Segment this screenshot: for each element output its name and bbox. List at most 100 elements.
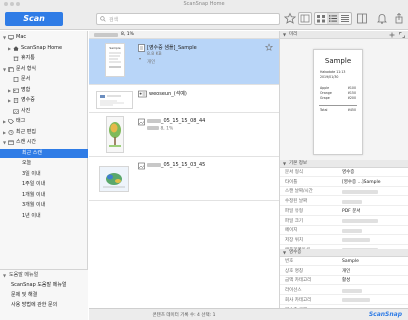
photo-icon — [13, 109, 19, 114]
sidebar-item[interactable]: 오늘 — [0, 159, 88, 168]
property-row[interactable]: 회사 카테고리 — [280, 296, 408, 305]
property-label: 라이선스 — [285, 288, 302, 294]
content-item[interactable]: weoseun_(석예) — [89, 85, 279, 113]
content-item[interactable]: _05_15_15_03_45 — [89, 157, 279, 201]
property-row[interactable]: 금액 카테고리 활성 — [280, 276, 408, 286]
scan-button[interactable]: Scan — [5, 12, 63, 26]
favorite-star-icon[interactable] — [284, 12, 296, 25]
sidebar-item[interactable]: ▼ 스캔 시간 — [0, 138, 88, 147]
expand-chevron-icon[interactable]: ▾ — [139, 56, 141, 61]
help-link-manual[interactable]: ScanSnap 도움말 메뉴얼 — [0, 281, 88, 290]
sidebar-item[interactable]: ▶ 태그 — [0, 117, 88, 126]
property-row[interactable]: 파일 유형 PDF 문서 — [280, 207, 408, 216]
disclosure-closed-icon[interactable]: ▶ — [2, 128, 7, 137]
clock-icon — [8, 129, 14, 135]
receipt-info-header-label: 영수증 — [289, 250, 302, 255]
property-value[interactable]: 영수증 — [342, 168, 354, 177]
sidebar-item[interactable]: ▶ ScanSnap Home — [0, 44, 88, 53]
redacted-value — [342, 228, 362, 233]
layout-toggle[interactable] — [298, 12, 312, 25]
property-row[interactable]: 상호 명칭 개인 — [280, 267, 408, 276]
property-row[interactable]: 수정된 날짜 — [280, 197, 408, 207]
receipt-title: Sample — [324, 57, 352, 65]
sidebar-item[interactable]: 1개월 이내 — [0, 191, 88, 200]
receipt-line: 2019/01/30 — [320, 75, 339, 79]
disclosure-closed-icon[interactable]: ▶ — [7, 86, 12, 95]
disclosure-closed-icon[interactable]: ▶ — [7, 96, 12, 105]
property-label: 금액 카테고리 — [285, 278, 312, 284]
sidebar-item[interactable]: ▶ 영수증 — [0, 96, 88, 105]
sidebar-item-label: 1개월 이내 — [22, 191, 46, 198]
property-value[interactable]: PDF 문서 — [342, 207, 360, 216]
property-row[interactable]: 스캔 날짜/시간 — [280, 187, 408, 197]
fullscreen-icon[interactable] — [399, 32, 405, 38]
collapse-triangle-icon: ▼ — [283, 250, 287, 255]
sidebar-item[interactable]: ▼ 문서 형식 — [0, 65, 88, 74]
item-favorite-star-icon[interactable] — [265, 43, 273, 51]
document-icon — [13, 77, 19, 82]
content-item[interactable]: _05_15_15_08_44 8, 1% — [89, 113, 279, 157]
search-field[interactable]: 검색 — [96, 13, 280, 25]
property-value[interactable]: 개인 — [342, 267, 350, 276]
preview-pane-icon[interactable] — [356, 12, 368, 25]
disclosure-open-icon[interactable]: ▼ — [2, 65, 7, 74]
thumbnail-view-icon[interactable] — [315, 13, 327, 24]
help-link-troubleshooting[interactable]: 문제 및 해결 — [0, 291, 88, 300]
sidebar-item[interactable]: ▶ 명함 — [0, 86, 88, 95]
property-value[interactable]: 활성 — [342, 276, 350, 285]
disclosure-open-icon[interactable]: ▼ — [2, 33, 7, 42]
property-row[interactable]: 문서 형식 영수증 — [280, 168, 408, 177]
sidebar-item-label: 스캔 시간 — [16, 139, 36, 145]
preview-header[interactable]: ▼ 미리 — [280, 31, 408, 39]
sidebar-item[interactable]: 1년 이내 — [0, 212, 88, 221]
property-row[interactable]: 타이틀 [영수증 ...]Sample — [280, 178, 408, 187]
zoom-in-icon[interactable] — [389, 32, 395, 38]
basic-info-header-label: 기본 정보 — [289, 161, 307, 166]
notification-bell-icon[interactable] — [376, 12, 388, 25]
redacted-text — [147, 126, 159, 130]
property-row[interactable]: 라이선스 — [280, 286, 408, 296]
sidebar-item-label: 최근 스캔 — [22, 149, 42, 156]
sidebar-item-label: 1주일 이내 — [22, 181, 46, 187]
detail-view-icon[interactable] — [339, 13, 351, 24]
property-row[interactable]: 번호 Sample — [280, 257, 408, 266]
sidebar-item[interactable]: 문서 — [0, 75, 88, 84]
property-value[interactable]: Sample — [342, 257, 359, 266]
list-view-icon[interactable] — [327, 13, 339, 24]
sidebar-item-label: 문서 형식 — [16, 65, 36, 72]
split-view-icon[interactable] — [299, 13, 311, 24]
sidebar-item[interactable]: 최근 스캔 — [0, 148, 88, 158]
receipt-thumbnail: Sample — [105, 43, 125, 77]
redacted-value — [342, 238, 370, 243]
sidebar-item[interactable]: 3개월 이내 — [0, 201, 88, 210]
sidebar-item[interactable]: 휴지통 — [0, 54, 88, 63]
help-link-inquiry[interactable]: 사용 방법에 관한 문의 — [0, 301, 88, 310]
list-header-text: 8, 1% — [121, 32, 134, 37]
sidebar-item[interactable]: ▼ Mac — [0, 33, 88, 42]
basic-info-header[interactable]: ▼ 기본 정보 — [280, 160, 408, 168]
disclosure-closed-icon[interactable]: ▶ — [7, 44, 12, 53]
property-row[interactable]: 페이지 — [280, 226, 408, 236]
sidebar-item[interactable]: ▶ 최근 편집 — [0, 128, 88, 137]
tree-photo-icon — [107, 117, 123, 152]
property-row[interactable]: 저장 위치 — [280, 236, 408, 245]
receipt-info-header[interactable]: ▼ 영수증 — [280, 249, 408, 257]
content-item[interactable]: Sample [영수증 샘플]_Sample ▾ 8.8 KB 개인 — [89, 39, 279, 85]
redacted-value — [342, 298, 370, 303]
window-title: ScanSnap Home — [183, 1, 225, 7]
sidebar-item[interactable]: 3일 이내 — [0, 170, 88, 179]
content-list: 8, 1% Sample [영수증 샘플]_Sample ▾ 8.8 KB 개인 — [89, 31, 279, 308]
property-value[interactable]: [영수증 ...]Sample — [342, 178, 381, 187]
disclosure-closed-icon[interactable]: ▶ — [2, 117, 7, 126]
search-icon — [100, 16, 106, 22]
sidebar-item-label: Mac — [16, 34, 27, 40]
property-row[interactable]: 파일 크기 — [280, 217, 408, 226]
receipt-type-icon — [138, 44, 145, 52]
help-header[interactable]: ▼ 도움말 메뉴얼 — [0, 271, 88, 280]
photo-type-icon — [138, 162, 145, 170]
disclosure-open-icon[interactable]: ▼ — [2, 138, 7, 147]
share-icon[interactable] — [393, 12, 405, 25]
sidebar-item[interactable]: 사진 — [0, 107, 88, 116]
sidebar-item[interactable]: 1주일 이내 — [0, 180, 88, 189]
sidebar-item-label: 1년 이내 — [22, 212, 41, 219]
